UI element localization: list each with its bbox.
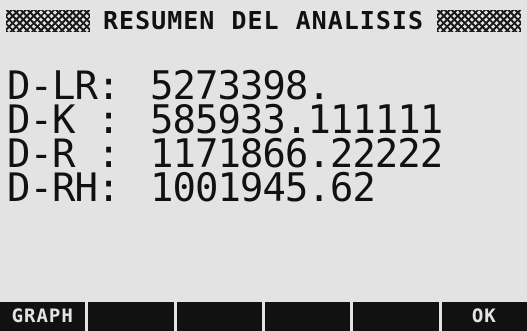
softkey-3[interactable] (176, 302, 262, 331)
softkey-ok[interactable]: OK (441, 302, 527, 331)
softkey-graph[interactable]: GRAPH (0, 302, 86, 331)
result-label: D-RH: (7, 166, 120, 211)
calculator-screen: RESUMEN DEL ANALISIS D-LR: 5273398. D-K … (0, 0, 527, 331)
title-decoration-right (437, 10, 521, 32)
result-row-d-rh: D-RH: 1001945.62 (7, 166, 522, 211)
title-bar: RESUMEN DEL ANALISIS (0, 0, 527, 44)
softkey-menu: GRAPH OK (0, 302, 527, 331)
softkey-4[interactable] (264, 302, 351, 331)
softkey-2[interactable] (88, 302, 174, 331)
results-list: D-LR: 5273398. D-K : 585933.111111 D-R :… (7, 67, 522, 211)
result-value: 1001945.62 (150, 166, 376, 211)
softkey-5[interactable] (353, 302, 439, 331)
